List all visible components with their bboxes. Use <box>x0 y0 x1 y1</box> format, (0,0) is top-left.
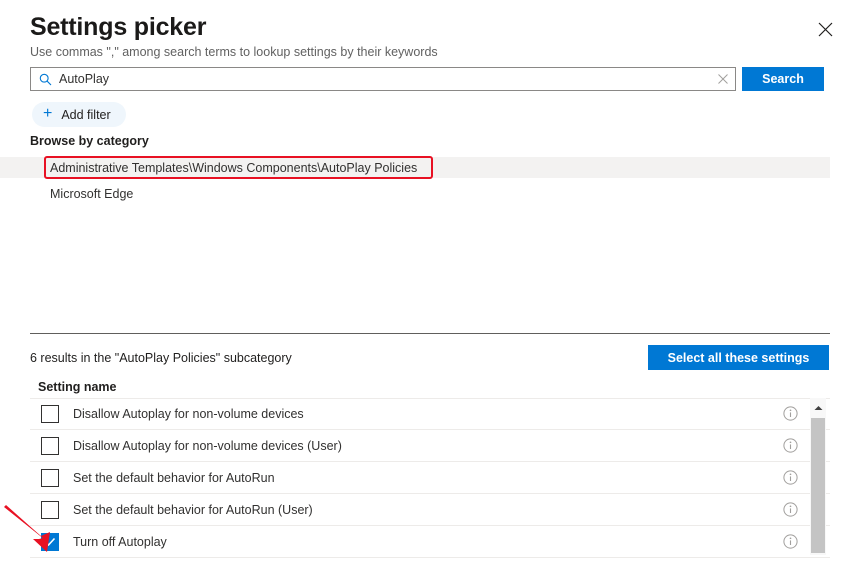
info-icon[interactable] <box>783 533 799 550</box>
clear-search-icon[interactable] <box>711 68 735 90</box>
info-icon[interactable] <box>783 469 799 486</box>
row-checkbox[interactable] <box>41 532 59 551</box>
category-label: Microsoft Edge <box>50 186 134 201</box>
close-icon <box>818 22 833 37</box>
add-filter-button[interactable]: + Add filter <box>32 102 126 127</box>
page-subtitle: Use commas "," among search terms to loo… <box>30 45 438 59</box>
row-checkbox[interactable] <box>41 500 59 519</box>
category-list: Administrative Templates\Windows Compone… <box>0 157 830 204</box>
table-row[interactable]: Turn off Autoplay <box>30 526 830 558</box>
setting-name: Turn off Autoplay <box>73 534 167 549</box>
row-checkbox[interactable] <box>41 468 59 487</box>
row-checkbox[interactable] <box>41 405 59 423</box>
search-button[interactable]: Search <box>742 67 824 91</box>
search-icon <box>38 72 52 86</box>
page-title: Settings picker <box>30 13 207 41</box>
setting-name: Disallow Autoplay for non-volume devices… <box>73 438 342 453</box>
category-item-autoplay-policies[interactable]: Administrative Templates\Windows Compone… <box>0 157 830 178</box>
category-item-microsoft-edge[interactable]: Microsoft Edge <box>0 183 830 204</box>
table-row[interactable]: Disallow Autoplay for non-volume devices… <box>30 430 830 462</box>
settings-list-scrollbar[interactable] <box>810 398 826 555</box>
search-input[interactable] <box>59 68 711 90</box>
select-all-settings-button[interactable]: Select all these settings <box>648 345 829 370</box>
section-divider <box>30 333 830 334</box>
results-count: 6 results in the "AutoPlay Policies" sub… <box>30 351 292 365</box>
settings-table: Disallow Autoplay for non-volume devices… <box>30 398 830 558</box>
table-row[interactable]: Disallow Autoplay for non-volume devices <box>30 398 830 430</box>
info-icon[interactable] <box>783 406 799 422</box>
scroll-up-button[interactable] <box>810 398 826 415</box>
table-row[interactable]: Set the default behavior for AutoRun <box>30 462 830 494</box>
info-icon[interactable] <box>783 501 799 518</box>
category-label: Administrative Templates\Windows Compone… <box>50 160 418 175</box>
scrollbar-thumb[interactable] <box>811 418 825 553</box>
browse-by-category-label: Browse by category <box>30 134 149 148</box>
info-icon[interactable] <box>783 437 799 454</box>
setting-name: Set the default behavior for AutoRun (Us… <box>73 502 313 517</box>
setting-name: Set the default behavior for AutoRun <box>73 470 275 485</box>
close-button[interactable] <box>810 14 840 44</box>
search-row: Search <box>30 67 824 93</box>
add-filter-label: Add filter <box>61 107 111 122</box>
setting-name: Disallow Autoplay for non-volume devices <box>73 407 304 421</box>
search-box[interactable] <box>30 67 736 91</box>
column-header-setting-name: Setting name <box>38 380 117 394</box>
chevron-up-icon <box>814 398 823 416</box>
row-checkbox[interactable] <box>41 436 59 455</box>
table-row[interactable]: Set the default behavior for AutoRun (Us… <box>30 494 830 526</box>
plus-icon: + <box>43 105 53 122</box>
